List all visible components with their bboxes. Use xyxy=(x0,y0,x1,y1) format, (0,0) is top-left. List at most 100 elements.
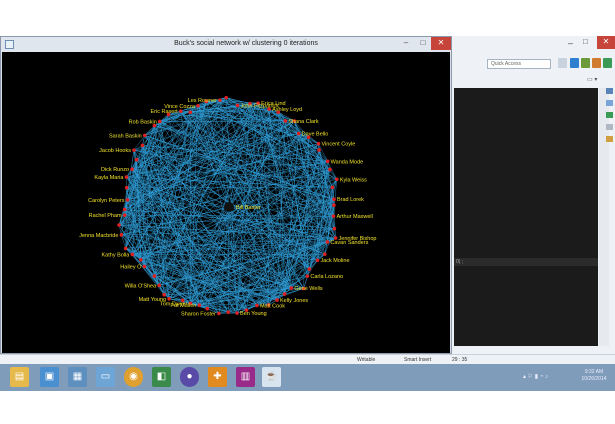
graph-node[interactable] xyxy=(130,252,135,257)
graph-node[interactable] xyxy=(323,252,327,256)
eclipse-minimize-button[interactable]: – xyxy=(568,38,573,48)
graph-edge xyxy=(132,145,143,255)
node-label: Matt Young xyxy=(139,297,167,303)
node-label: Willa O'Shea xyxy=(125,283,158,289)
node-label: Rachel Pham xyxy=(89,213,122,219)
graph-node[interactable] xyxy=(142,133,147,138)
node-label: Gene Wells xyxy=(294,286,323,292)
graph-node[interactable] xyxy=(178,109,183,113)
side-view-icon-2[interactable] xyxy=(606,100,613,106)
graph-node[interactable] xyxy=(167,296,171,301)
graph-node[interactable] xyxy=(217,311,221,316)
graph-node[interactable] xyxy=(235,311,239,315)
graph-node[interactable] xyxy=(330,185,335,190)
quick-access-input[interactable]: Quick Access xyxy=(487,59,551,69)
graph-node[interactable] xyxy=(134,157,139,162)
view-menu-icon[interactable]: ▭ ▾ xyxy=(587,76,597,83)
graph-node[interactable] xyxy=(282,292,287,296)
scanner-icon[interactable]: ▦ xyxy=(68,367,87,387)
winrar-icon[interactable]: ▥ xyxy=(236,367,255,387)
chrome-icon[interactable]: ◉ xyxy=(124,367,143,387)
graph-node[interactable] xyxy=(157,119,162,124)
graph-node[interactable] xyxy=(332,197,336,202)
graph-node[interactable] xyxy=(124,175,129,179)
folder-icon[interactable]: ▭ xyxy=(96,367,115,387)
graph-node[interactable] xyxy=(196,103,200,108)
graph-node[interactable] xyxy=(275,298,279,302)
file-explorer-icon[interactable]: ▤ xyxy=(10,367,29,387)
graph-node[interactable] xyxy=(139,257,143,262)
graph-node[interactable] xyxy=(325,240,330,244)
graph-node[interactable] xyxy=(188,110,193,115)
java-icon[interactable]: ☕ xyxy=(262,367,281,387)
network-graph[interactable]: Erica LindAshley LoydShana ClarkDave Bel… xyxy=(2,52,450,353)
graph-node[interactable] xyxy=(316,141,321,146)
graph-node[interactable] xyxy=(317,148,321,152)
maximize-button[interactable]: □ xyxy=(415,37,431,50)
graph-node[interactable] xyxy=(125,198,130,202)
node-label: Jenna Macbride xyxy=(79,233,118,239)
photos-icon[interactable]: ▣ xyxy=(40,367,59,387)
graph-node[interactable] xyxy=(119,233,124,237)
team-perspective-icon[interactable] xyxy=(592,58,601,68)
media-icon[interactable]: ● xyxy=(180,367,199,387)
system-tray[interactable]: ▴ ⚐ ▮ ◔ ♪ xyxy=(523,373,548,380)
graph-node[interactable] xyxy=(224,95,229,100)
graph-node[interactable] xyxy=(235,103,240,108)
graph-node[interactable] xyxy=(332,203,336,208)
graph-node[interactable] xyxy=(123,246,128,251)
graph-titlebar[interactable]: Buck's social network w/ clustering 0 it… xyxy=(1,37,451,52)
status-insert-mode: Smart Insert xyxy=(404,357,432,363)
graph-node[interactable] xyxy=(197,303,202,307)
graph-node[interactable] xyxy=(142,264,147,269)
clock[interactable]: 9:32 AM 10/26/2014 xyxy=(574,369,614,383)
graph-node[interactable] xyxy=(117,223,121,227)
graph-node[interactable] xyxy=(289,286,294,290)
graph-node[interactable] xyxy=(132,148,136,152)
perspective-icon[interactable] xyxy=(558,58,567,68)
graph-node[interactable] xyxy=(205,306,210,311)
graph-node[interactable] xyxy=(296,131,301,136)
graph-node[interactable] xyxy=(307,267,312,271)
graph-node[interactable] xyxy=(325,159,330,164)
graph-node[interactable] xyxy=(331,214,336,218)
java-app-icon[interactable] xyxy=(5,40,14,49)
debug-perspective-icon[interactable] xyxy=(581,58,590,68)
graph-node[interactable] xyxy=(255,303,259,308)
graph-center-node[interactable] xyxy=(224,202,234,212)
graph-node[interactable] xyxy=(122,213,127,217)
clock-date: 10/26/2014 xyxy=(581,376,607,382)
graph-node[interactable] xyxy=(130,167,134,171)
graph-node[interactable] xyxy=(305,274,310,278)
graph-node[interactable] xyxy=(328,167,332,172)
node-label: Ben Young xyxy=(240,311,267,317)
eclipse-close-button[interactable]: ✕ xyxy=(597,36,615,49)
graph-window: Buck's social network w/ clustering 0 it… xyxy=(0,36,452,354)
graph-node[interactable] xyxy=(152,274,157,278)
minimize-button[interactable]: – xyxy=(397,37,415,50)
graph-canvas[interactable]: Erica Lind Ashley Loyd Shana Clark Dave Bel… xyxy=(2,52,450,353)
close-button[interactable]: ✕ xyxy=(431,37,451,50)
graph-node[interactable] xyxy=(315,258,320,263)
app-icon[interactable]: ◧ xyxy=(152,367,171,387)
node-label: Dave Bello xyxy=(302,132,329,138)
git-perspective-icon[interactable] xyxy=(603,58,612,68)
java-perspective-icon[interactable] xyxy=(570,58,579,68)
side-view-icon-1[interactable] xyxy=(606,88,613,94)
graph-node[interactable] xyxy=(335,177,339,182)
side-view-icon-5[interactable] xyxy=(606,136,613,142)
graph-node[interactable] xyxy=(226,310,231,314)
graph-node[interactable] xyxy=(283,119,288,123)
graph-node[interactable] xyxy=(140,143,145,148)
graph-node[interactable] xyxy=(332,226,337,231)
graph-node[interactable] xyxy=(122,207,127,212)
side-view-icon-4[interactable] xyxy=(606,124,613,130)
side-view-icon-3[interactable] xyxy=(606,112,613,118)
graph-node[interactable] xyxy=(157,283,161,288)
eclipse-maximize-button[interactable]: □ xyxy=(583,37,588,46)
graph-node[interactable] xyxy=(218,98,222,102)
puzzle-icon[interactable]: ✚ xyxy=(208,367,227,387)
graph-node[interactable] xyxy=(124,185,129,190)
node-label: Sharon Foster xyxy=(181,312,216,318)
console-view[interactable]: 0) ; xyxy=(454,88,598,346)
